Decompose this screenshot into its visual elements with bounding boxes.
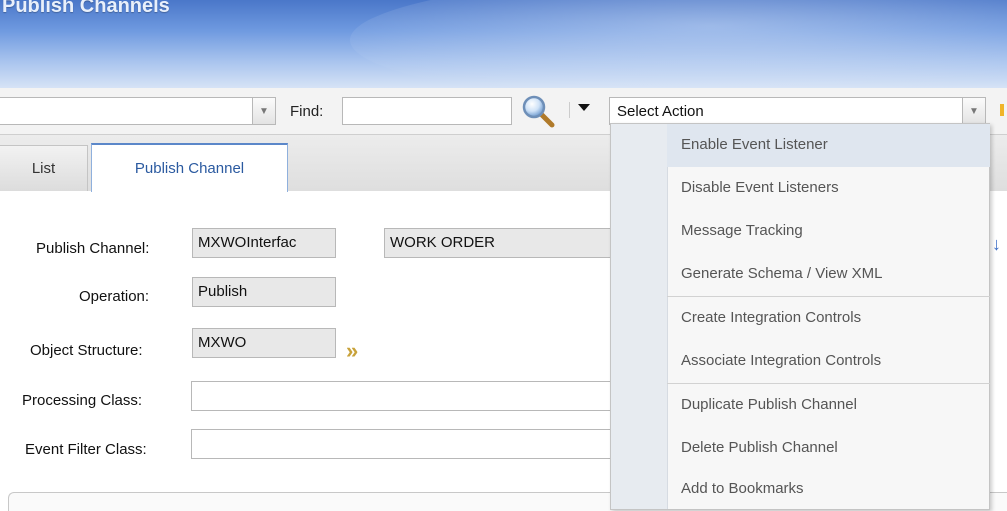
- menu-item-message-tracking[interactable]: Message Tracking: [667, 210, 990, 253]
- menu-item-duplicate-publish-channel[interactable]: Duplicate Publish Channel: [667, 384, 990, 427]
- tab-list[interactable]: List: [0, 145, 88, 191]
- event-filter-class-label: Event Filter Class:: [25, 441, 147, 458]
- toolbar-edge-icon: [1000, 104, 1004, 116]
- publish-channel-label: Publish Channel:: [36, 240, 150, 257]
- query-combo-input[interactable]: [0, 97, 253, 125]
- processing-class-label: Processing Class:: [22, 392, 143, 409]
- menu-icon-gutter: [611, 124, 668, 509]
- event-filter-class-field[interactable]: [191, 429, 631, 459]
- select-action-dropdown[interactable]: Select Action: [609, 97, 963, 125]
- chevron-down-icon: ▼: [969, 105, 979, 117]
- menu-item-disable-event-listeners[interactable]: Disable Event Listeners: [667, 167, 990, 210]
- header-decoration: [350, 0, 1007, 88]
- menu-item-enable-event-listener[interactable]: Enable Event Listener: [667, 124, 990, 167]
- find-input[interactable]: [342, 97, 512, 125]
- menu-item-delete-publish-channel[interactable]: Delete Publish Channel: [667, 427, 990, 470]
- publish-channel-field[interactable]: MXWOInterfac: [192, 228, 336, 258]
- object-structure-field[interactable]: MXWO: [192, 328, 336, 358]
- caret-down-icon[interactable]: [578, 104, 590, 111]
- chevron-down-icon: ▼: [259, 105, 269, 117]
- query-combo-dropdown-button[interactable]: ▼: [252, 97, 276, 125]
- find-label: Find:: [290, 103, 324, 120]
- menu-item-create-integration-controls[interactable]: Create Integration Controls: [667, 297, 990, 340]
- select-action-label: Select Action: [617, 103, 704, 120]
- publish-channel-description-field[interactable]: WORK ORDER: [384, 228, 624, 258]
- app-title: Publish Channels: [2, 0, 170, 17]
- operation-field[interactable]: Publish: [192, 277, 336, 307]
- search-icon[interactable]: [520, 94, 556, 128]
- menu-item-associate-integration-controls[interactable]: Associate Integration Controls: [667, 340, 990, 383]
- menu-item-generate-schema[interactable]: Generate Schema / View XML: [667, 253, 990, 296]
- processing-class-field[interactable]: [191, 381, 631, 411]
- detail-menu-chevron-icon[interactable]: »: [346, 338, 358, 364]
- arrow-down-icon[interactable]: ↓: [992, 234, 1001, 255]
- app-header-banner: Publish Channels: [0, 0, 1007, 88]
- toolbar-separator: [569, 102, 570, 118]
- operation-label: Operation:: [79, 288, 150, 305]
- menu-item-add-to-bookmarks[interactable]: Add to Bookmarks: [667, 468, 990, 511]
- select-action-menu: Enable Event Listener Disable Event List…: [610, 123, 990, 510]
- select-action-dropdown-button[interactable]: ▼: [962, 97, 986, 125]
- object-structure-label: Object Structure:: [30, 342, 143, 359]
- tab-publish-channel[interactable]: Publish Channel: [91, 143, 288, 192]
